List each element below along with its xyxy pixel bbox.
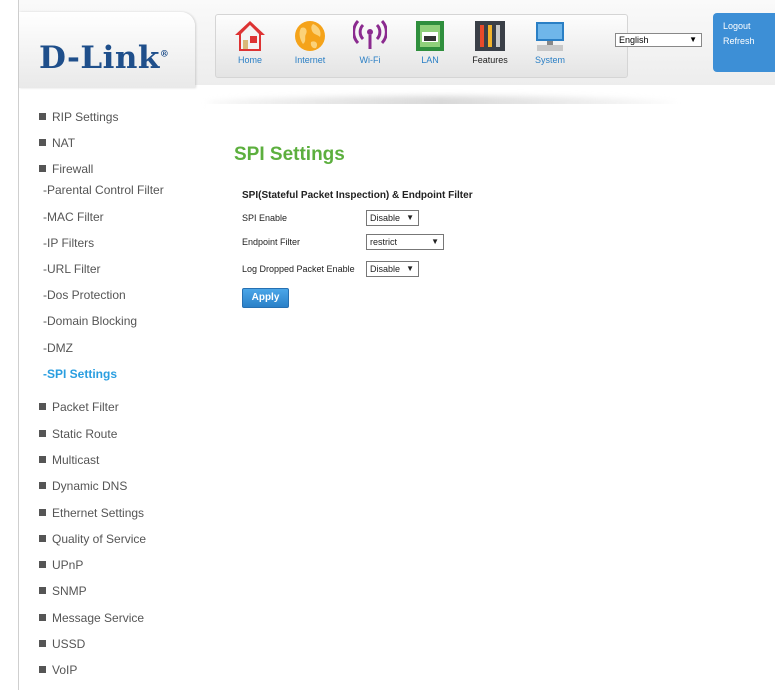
language-value: English xyxy=(619,35,649,45)
sidebar-item-label: Static Route xyxy=(52,427,118,441)
sidebar-item-label: Firewall xyxy=(52,162,94,176)
sidebar-item-label: NAT xyxy=(52,136,76,150)
log-dropped-label: Log Dropped Packet Enable xyxy=(242,264,355,274)
wifi-icon xyxy=(353,19,387,49)
bullet-square-icon xyxy=(39,666,46,673)
globe-icon xyxy=(295,21,325,51)
sidebar-item-dos-protection[interactable]: -Dos Protection xyxy=(43,288,126,302)
spi-enable-label: SPI Enable xyxy=(242,213,288,223)
sidebar-item-label: Multicast xyxy=(52,453,100,467)
sidebar-item-label: USSD xyxy=(52,637,86,651)
nav-home[interactable]: Home xyxy=(224,18,276,76)
sidebar-item-static-route[interactable]: Static Route xyxy=(39,427,117,441)
sidebar-item-mac-filter[interactable]: -MAC Filter xyxy=(43,210,104,224)
nav-system[interactable]: System xyxy=(524,18,576,76)
page-title: SPI Settings xyxy=(234,144,345,165)
endpoint-filter-label: Endpoint Filter xyxy=(242,237,301,247)
sidebar-item-upnp[interactable]: UPnP xyxy=(39,558,83,572)
sidebar-item-label: -URL Filter xyxy=(43,262,101,276)
sidebar-item-dynamic-dns[interactable]: Dynamic DNS xyxy=(39,479,127,493)
sidebar-item-snmp[interactable]: SNMP xyxy=(39,584,87,598)
sidebar-item-quality-of-service[interactable]: Quality of Service xyxy=(39,532,146,546)
sidebar-item-label: -MAC Filter xyxy=(43,210,104,224)
nav-internet[interactable]: Internet xyxy=(284,18,336,76)
refresh-link[interactable]: Refresh xyxy=(723,36,775,46)
sidebar-item-label: Dynamic DNS xyxy=(52,479,128,493)
sidebar-item-label: SNMP xyxy=(52,584,87,598)
lan-port-icon xyxy=(416,21,444,51)
bullet-square-icon xyxy=(39,535,46,542)
page-frame: D-Link® Home Internet Wi-Fi LAN Features… xyxy=(18,0,775,690)
sidebar-item-label: Message Service xyxy=(52,611,145,625)
bullet-square-icon xyxy=(39,165,46,172)
sidebar-item-ussd[interactable]: USSD xyxy=(39,637,85,651)
bullet-square-icon xyxy=(39,587,46,594)
sidebar-item-spi-settings[interactable]: -SPI Settings xyxy=(43,367,117,381)
log-dropped-select[interactable]: Disable ▼ xyxy=(366,261,419,277)
chevron-down-icon: ▼ xyxy=(431,237,439,246)
bullet-square-icon xyxy=(39,640,46,647)
main-nav: Home Internet Wi-Fi LAN Features System xyxy=(215,14,628,78)
sidebar-item-label: -Domain Blocking xyxy=(43,314,138,328)
sidebar-item-packet-filter[interactable]: Packet Filter xyxy=(39,400,119,414)
computer-icon xyxy=(536,22,564,51)
sidebar-item-label: -Parental Control Filter xyxy=(43,183,164,197)
sidebar-item-label: VoIP xyxy=(52,663,78,677)
sidebar-item-ethernet-settings[interactable]: Ethernet Settings xyxy=(39,506,144,520)
sidebar-item-label: -SPI Settings xyxy=(43,367,118,381)
sidebar-item-label: Quality of Service xyxy=(52,532,147,546)
logout-link[interactable]: Logout xyxy=(723,21,775,31)
sidebar-item-voip[interactable]: VoIP xyxy=(39,663,77,677)
sidebar-item-label: Packet Filter xyxy=(52,400,119,414)
main-content: SPI Settings SPI(Stateful Packet Inspect… xyxy=(206,104,775,690)
sidebar-item-nat[interactable]: NAT xyxy=(39,136,75,150)
sidebar-item-dmz[interactable]: -DMZ xyxy=(43,341,73,355)
sidebar-item-url-filter[interactable]: -URL Filter xyxy=(43,262,101,276)
nav-wifi[interactable]: Wi-Fi xyxy=(344,18,396,76)
sidebar-item-label: UPnP xyxy=(52,558,84,572)
bullet-square-icon xyxy=(39,430,46,437)
bullet-square-icon xyxy=(39,139,46,146)
section-title: SPI(Stateful Packet Inspection) & Endpoi… xyxy=(242,190,473,201)
sidebar-item-label: -Dos Protection xyxy=(43,288,126,302)
bullet-square-icon xyxy=(39,456,46,463)
chevron-down-icon: ▼ xyxy=(406,213,414,222)
sidebar-item-label: RIP Settings xyxy=(52,110,119,124)
logo-tab: D-Link® xyxy=(19,12,195,88)
bullet-square-icon xyxy=(39,403,46,410)
sidebar-item-parental-control-filter[interactable]: -Parental Control Filter xyxy=(43,183,164,197)
language-select[interactable]: English ▼ xyxy=(615,33,702,47)
auth-panel: Logout Refresh xyxy=(713,13,775,72)
bullet-square-icon xyxy=(39,561,46,568)
endpoint-filter-select[interactable]: restrict ▼ xyxy=(366,234,444,250)
sidebar-item-rip-settings[interactable]: RIP Settings xyxy=(39,110,118,124)
nav-features[interactable]: Features xyxy=(464,18,516,76)
sidebar-item-ip-filters[interactable]: -IP Filters xyxy=(43,236,94,250)
bullet-square-icon xyxy=(39,113,46,120)
bullet-square-icon xyxy=(39,482,46,489)
sidebar-item-label: -DMZ xyxy=(43,341,73,355)
bullet-square-icon xyxy=(39,509,46,516)
dlink-logo: D-Link® xyxy=(39,40,170,76)
sidebar-item-domain-blocking[interactable]: -Domain Blocking xyxy=(43,314,137,328)
sidebar-item-label: Ethernet Settings xyxy=(52,506,145,520)
sidebar-item-message-service[interactable]: Message Service xyxy=(39,611,144,625)
sidebar-item-label: -IP Filters xyxy=(43,236,95,250)
chevron-down-icon: ▼ xyxy=(689,35,697,44)
chevron-down-icon: ▼ xyxy=(406,264,414,273)
nav-lan[interactable]: LAN xyxy=(404,18,456,76)
house-icon xyxy=(235,21,265,51)
apply-button[interactable]: Apply xyxy=(242,288,289,308)
sidebar-item-firewall[interactable]: Firewall xyxy=(39,162,93,176)
tools-icon xyxy=(475,21,505,51)
sidebar-item-multicast[interactable]: Multicast xyxy=(39,453,99,467)
spi-enable-select[interactable]: Disable ▼ xyxy=(366,210,419,226)
bullet-square-icon xyxy=(39,614,46,621)
